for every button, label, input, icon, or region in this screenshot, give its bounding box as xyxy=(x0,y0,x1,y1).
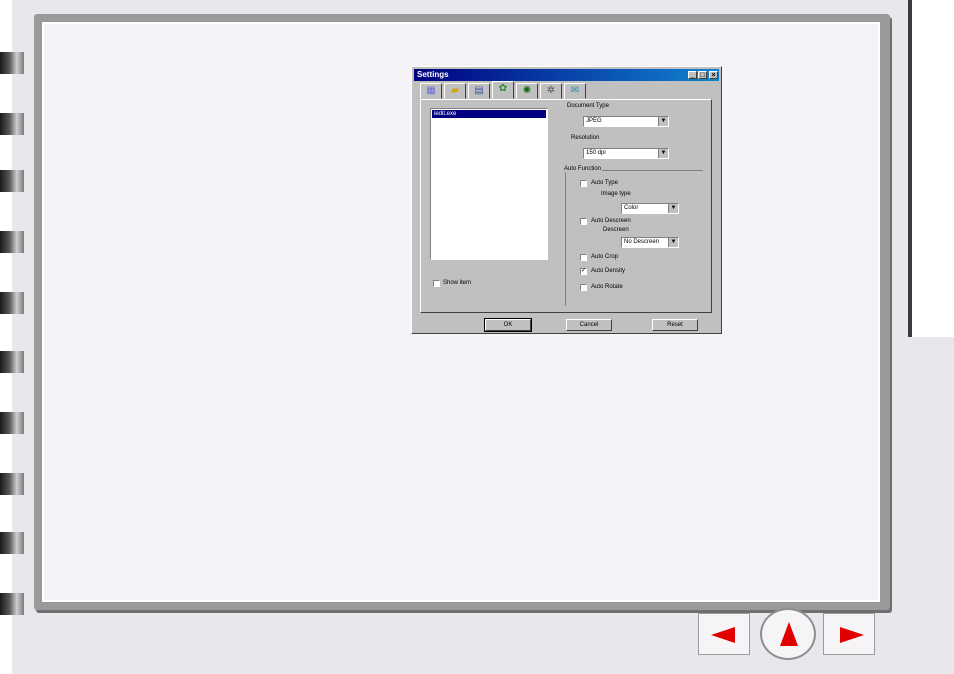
tab-scanner[interactable]: ▦ xyxy=(420,83,442,99)
descreen-label: Descreen xyxy=(603,227,629,233)
tab-panel: iedit.exe Show item Document Type JPEG ▼… xyxy=(420,99,712,313)
binder-ring xyxy=(0,292,24,314)
binder-ring xyxy=(0,52,24,74)
chevron-down-icon[interactable]: ▼ xyxy=(658,117,668,126)
tab-document[interactable]: ▤ xyxy=(468,83,490,99)
tab-settings[interactable]: ✺ xyxy=(516,83,538,99)
settings-dialog: Settings _ □ × ▦ ▰ ▤ ✿ ✺ ✲ ✉ iedit.exe S… xyxy=(411,66,722,334)
right-margin xyxy=(910,0,954,337)
next-page-button[interactable] xyxy=(823,613,875,655)
descreen-value: No Descreen xyxy=(624,239,660,245)
auto-rotate-label: Auto Rotate xyxy=(591,284,623,290)
minimize-button[interactable]: _ xyxy=(688,71,697,79)
document-type-value: JPEG xyxy=(586,118,602,124)
binder-ring xyxy=(0,170,24,192)
binder-ring xyxy=(0,412,24,434)
cancel-button[interactable]: Cancel xyxy=(566,319,612,331)
tab-folder[interactable]: ▰ xyxy=(444,83,466,99)
resolution-value: 150 dpi xyxy=(586,150,606,156)
chevron-down-icon[interactable]: ▼ xyxy=(668,238,678,247)
color-icon: ✿ xyxy=(498,83,508,94)
tab-send[interactable]: ✉ xyxy=(564,83,586,99)
tab-color[interactable]: ✿ xyxy=(492,81,514,99)
left-arrow-icon xyxy=(711,627,735,643)
show-item-checkbox[interactable] xyxy=(433,280,440,287)
dialog-titlebar[interactable]: Settings _ □ × xyxy=(414,69,719,81)
binder-ring xyxy=(0,351,24,373)
chevron-down-icon[interactable]: ▼ xyxy=(668,204,678,213)
image-type-label: Image type xyxy=(601,191,631,197)
reset-button[interactable]: Reset xyxy=(652,319,698,331)
list-item[interactable]: iedit.exe xyxy=(432,110,546,118)
auto-density-label: Auto Density xyxy=(591,268,626,274)
chevron-down-icon[interactable]: ▼ xyxy=(658,149,668,158)
right-rule xyxy=(908,0,912,337)
gear-icon: ✺ xyxy=(522,85,532,96)
gears-icon: ✲ xyxy=(546,85,556,96)
resolution-label: Resolution xyxy=(571,135,600,141)
auto-type-checkbox[interactable] xyxy=(580,180,587,187)
auto-function-label: Auto Function xyxy=(563,166,603,172)
binder-ring xyxy=(0,113,24,135)
dialog-title: Settings xyxy=(417,70,449,79)
tab-advanced[interactable]: ✲ xyxy=(540,83,562,99)
envelope-icon: ✉ xyxy=(570,85,580,96)
auto-descreen-checkbox[interactable] xyxy=(580,218,587,225)
auto-rotate-checkbox[interactable] xyxy=(580,284,587,291)
document-icon: ▤ xyxy=(474,85,484,96)
descreen-select[interactable]: No Descreen ▼ xyxy=(621,237,679,248)
application-list[interactable]: iedit.exe xyxy=(430,108,548,260)
auto-type-label: Auto Type xyxy=(591,180,618,186)
binder-ring xyxy=(0,593,24,615)
binder-ring xyxy=(0,532,24,554)
folder-icon: ▰ xyxy=(451,85,459,96)
auto-crop-label: Auto Crop xyxy=(591,254,619,260)
document-type-select[interactable]: JPEG ▼ xyxy=(583,116,669,127)
resolution-select[interactable]: 150 dpi ▼ xyxy=(583,148,669,159)
right-arrow-icon xyxy=(840,627,864,643)
up-page-button[interactable] xyxy=(760,608,816,660)
auto-density-checkbox[interactable]: ✓ xyxy=(580,268,587,275)
binder-ring xyxy=(0,473,24,495)
show-item-label: Show item xyxy=(443,280,472,286)
ok-button[interactable]: OK xyxy=(484,318,532,332)
binder-ring xyxy=(0,231,24,253)
check-icon: ✓ xyxy=(581,268,587,274)
scanner-icon: ▦ xyxy=(426,85,436,96)
auto-crop-checkbox[interactable] xyxy=(580,254,587,261)
up-arrow-icon xyxy=(780,622,798,646)
document-type-label: Document Type xyxy=(567,103,609,109)
previous-page-button[interactable] xyxy=(698,613,750,655)
auto-descreen-label: Auto Descreen xyxy=(591,218,631,224)
close-button[interactable]: × xyxy=(709,71,718,79)
image-type-value: Color xyxy=(624,205,639,211)
maximize-button[interactable]: □ xyxy=(698,71,707,79)
image-type-select[interactable]: Color ▼ xyxy=(621,203,679,214)
